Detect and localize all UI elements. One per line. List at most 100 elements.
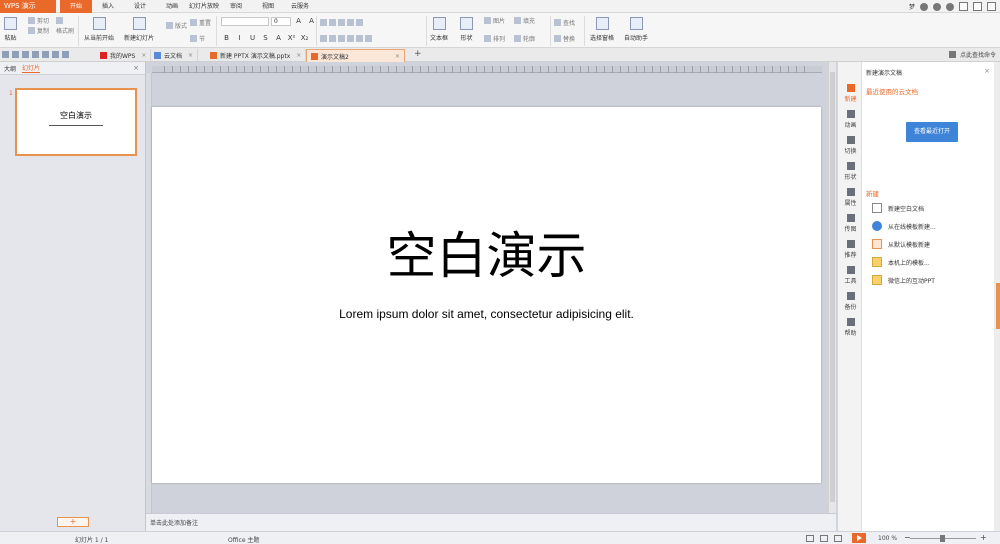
close-icon[interactable]: × — [188, 52, 193, 59]
tab-cloud[interactable]: 云服务 — [284, 0, 316, 13]
slide[interactable]: 空白演示 Lorem ipsum dolor sit amet, consect… — [152, 107, 821, 483]
format-painter-icon-row[interactable] — [56, 16, 65, 25]
add-slide-button[interactable]: + — [57, 517, 89, 527]
picture-button[interactable]: 图片 — [484, 16, 505, 25]
tab-animation[interactable]: 动画 — [156, 0, 188, 13]
italic-button[interactable]: I — [234, 34, 245, 42]
new-from-default-template[interactable]: 从默认模板新建 — [872, 239, 930, 249]
align-buttons[interactable] — [320, 34, 374, 43]
side-tab-backup[interactable]: 备份 — [838, 292, 863, 311]
notes-area[interactable]: 单击此处添加备注 — [146, 513, 836, 531]
tab-slideshow[interactable]: 幻灯片放映 — [188, 0, 220, 13]
side-tab-recommend[interactable]: 推荐 — [838, 240, 863, 259]
side-tab-help[interactable]: 帮助 — [838, 318, 863, 337]
section-button[interactable]: 节 — [190, 34, 205, 43]
tab-slides[interactable]: 幻灯片 — [22, 63, 41, 73]
export-icon[interactable] — [42, 51, 49, 58]
format-painter-button[interactable]: 格式刷 — [56, 26, 74, 35]
outline-button[interactable]: 轮廓 — [514, 34, 535, 43]
feedback-icon[interactable] — [933, 2, 941, 11]
new-blank-doc[interactable]: 新建空白文档 — [872, 203, 924, 213]
reading-view-icon[interactable] — [834, 535, 842, 542]
close-button[interactable] — [987, 2, 996, 11]
tab-outline[interactable]: 大纲 — [4, 64, 16, 73]
paste-button[interactable]: 粘贴 — [4, 17, 17, 42]
doc-tab-presentation2[interactable]: 演示文稿2 × — [306, 49, 405, 62]
slide-thumbnail[interactable]: 空白演示 — [15, 88, 137, 156]
skin-icon[interactable] — [920, 2, 928, 11]
from-current-button[interactable]: 从当前开始 — [84, 17, 114, 42]
shape-button[interactable]: 形状 — [460, 17, 473, 42]
bold-button[interactable]: B — [221, 34, 232, 42]
vertical-scrollbar[interactable] — [828, 62, 836, 522]
zoom-slider-handle[interactable] — [940, 535, 945, 542]
scrollbar-thumb[interactable] — [830, 72, 835, 502]
user-name[interactable]: 梦 — [909, 2, 915, 11]
view-recent-button[interactable]: 查看最近打开 — [906, 122, 958, 142]
auto-helper-button[interactable]: 自动助手 — [624, 17, 648, 42]
slide-title[interactable]: 空白演示 — [152, 231, 821, 281]
slide-subtitle[interactable]: Lorem ipsum dolor sit amet, consectetur … — [152, 307, 821, 321]
save-icon[interactable] — [12, 51, 19, 58]
help-icon[interactable] — [946, 2, 954, 11]
new-from-online-template[interactable]: 从在线模板新建... — [872, 221, 936, 231]
local-templates[interactable]: 本机上的模板... — [872, 257, 930, 267]
textbox-button[interactable]: 文本框 — [430, 17, 448, 42]
side-tab-transition[interactable]: 切换 — [838, 136, 863, 155]
tab-design[interactable]: 设计 — [124, 0, 156, 13]
tab-insert[interactable]: 插入 — [92, 0, 124, 13]
fill-button[interactable]: 填充 — [514, 16, 535, 25]
open-icon[interactable] — [2, 51, 9, 58]
font-name-select[interactable] — [221, 17, 269, 26]
preview-icon[interactable] — [32, 51, 39, 58]
side-tab-animation[interactable]: 动画 — [838, 110, 863, 129]
close-icon[interactable]: × — [296, 52, 301, 59]
superscript-button[interactable]: X² — [286, 34, 297, 42]
side-tab-shape[interactable]: 形状 — [838, 162, 863, 181]
replace-button[interactable]: 替换 — [554, 34, 575, 43]
close-icon[interactable]: × — [984, 67, 990, 75]
task-pane-title[interactable]: 新建演示文稿 — [866, 68, 902, 77]
side-tab-upload-image[interactable]: 传图 — [838, 214, 863, 233]
maximize-button[interactable] — [973, 2, 982, 11]
zoom-in-button[interactable]: + — [980, 533, 987, 542]
app-menu-button[interactable]: WPS 演示 — [0, 0, 56, 13]
reset-button[interactable]: 重置 — [190, 18, 211, 27]
wechat-interactive-ppt[interactable]: 微信上的互动PPT — [872, 275, 935, 285]
close-icon[interactable]: × — [395, 53, 400, 60]
tab-home[interactable]: 开始 — [60, 0, 92, 13]
tab-review[interactable]: 审阅 — [220, 0, 252, 13]
close-icon[interactable]: × — [133, 64, 139, 72]
normal-view-icon[interactable] — [806, 535, 814, 542]
side-tab-new[interactable]: 新建 — [838, 84, 863, 103]
undo-icon[interactable] — [52, 51, 59, 58]
arrange-button[interactable]: 排列 — [484, 34, 505, 43]
new-tab-button[interactable]: + — [414, 49, 422, 59]
theme-name[interactable]: Office 主题 — [228, 535, 259, 544]
font-color-button[interactable]: A — [273, 34, 284, 42]
grow-font-button[interactable]: A — [293, 17, 304, 25]
side-tab-tools[interactable]: 工具 — [838, 266, 863, 285]
task-pane-toggle[interactable] — [996, 283, 1000, 329]
font-size-select[interactable]: 0 — [271, 17, 291, 26]
shadow-button[interactable]: S — [260, 34, 271, 42]
print-icon[interactable] — [22, 51, 29, 58]
redo-icon[interactable] — [62, 51, 69, 58]
side-tab-properties[interactable]: 属性 — [838, 188, 863, 207]
doc-tab-my-wps[interactable]: 我的WPS × — [96, 49, 152, 62]
tab-view[interactable]: 视图 — [252, 0, 284, 13]
layout-button[interactable]: 版式 — [166, 21, 187, 30]
zoom-level[interactable]: 100 % — [878, 535, 897, 542]
doc-tab-cloud[interactable]: 云文档 × — [150, 49, 199, 62]
cut-button[interactable]: 剪切 — [28, 16, 49, 25]
minimize-button[interactable] — [959, 2, 968, 11]
subscript-button[interactable]: X₂ — [299, 34, 310, 42]
new-slide-button[interactable]: 新建幻灯片 — [124, 17, 154, 42]
select-pane-button[interactable]: 选择窗格 — [590, 17, 614, 42]
copy-button[interactable]: 复制 — [28, 26, 49, 35]
bullet-list-button[interactable] — [320, 18, 365, 27]
play-slideshow-button[interactable] — [852, 533, 866, 543]
command-search[interactable]: 点此查找命令 — [948, 50, 996, 59]
find-button[interactable]: 查找 — [554, 18, 575, 27]
underline-button[interactable]: U — [247, 34, 258, 42]
